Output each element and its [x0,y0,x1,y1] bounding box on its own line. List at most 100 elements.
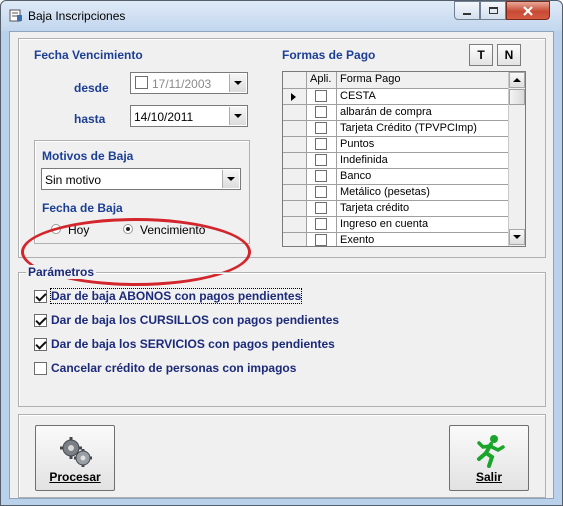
row-selector[interactable] [283,137,307,153]
row-apli-cell [307,217,337,233]
row-forma-pago: Tarjeta Crédito (TPVPCImp) [337,121,509,137]
parametro-label[interactable]: Cancelar crédito de personas con impagos [51,361,296,375]
chevron-down-icon [227,177,235,181]
hasta-date-field[interactable]: 14/10/2011 [130,105,248,127]
grid-corner [283,72,307,89]
window-title: Baja Inscripciones [28,9,126,23]
chevron-down-icon [234,114,242,118]
desde-enable-checkbox[interactable] [135,76,148,89]
scroll-up-button[interactable] [509,72,525,88]
row-forma-pago: Indefinida [337,153,509,169]
desde-dropdown-button[interactable] [229,74,246,92]
column-header-apli[interactable]: Apli. [307,72,337,89]
procesar-button[interactable]: Procesar [35,425,115,491]
select-none-button[interactable]: N [497,44,521,66]
table-row[interactable]: Tarjeta crédito [283,201,509,217]
chevron-down-icon [234,81,242,85]
select-all-button[interactable]: T [469,44,493,66]
column-header-forma-pago[interactable]: Forma Pago [337,72,509,89]
salir-label: Salir [475,470,502,484]
row-selector[interactable] [283,169,307,185]
motivos-select[interactable]: Sin motivo [41,168,241,190]
table-row[interactable]: Puntos [283,137,509,153]
dialog-window: Baja Inscripciones Fecha Vencimiento des… [0,0,563,506]
chevron-down-icon [513,235,521,239]
close-button[interactable] [506,1,550,20]
row-apli-checkbox[interactable] [315,186,327,198]
row-apli-cell [307,121,337,137]
close-icon [523,5,533,16]
table-row[interactable]: Exento [283,233,509,246]
row-apli-cell [307,137,337,153]
grid-scrollbar[interactable] [508,72,525,246]
parametro-label[interactable]: Dar de baja los CURSILLOS con pagos pend… [51,313,339,327]
current-row-icon [291,93,296,101]
row-selector[interactable] [283,121,307,137]
row-apli-checkbox[interactable] [315,106,327,118]
parametro-label[interactable]: Dar de baja ABONOS con pagos pendientes [49,288,303,304]
row-selector[interactable] [283,201,307,217]
salir-button[interactable]: Salir [449,425,529,491]
row-selector[interactable] [283,89,307,105]
table-row[interactable]: Tarjeta Crédito (TPVPCImp) [283,121,509,137]
hasta-label: hasta [74,112,106,126]
table-row[interactable]: Metálico (pesetas) [283,185,509,201]
minimize-button[interactable] [454,1,480,20]
parametro-label[interactable]: Dar de baja los SERVICIOS con pagos pend… [51,337,335,351]
formas-pago-grid[interactable]: Apli. Forma Pago CESTA albarán de compra T… [282,71,526,247]
chevron-up-icon [513,78,521,82]
row-forma-pago: Ingreso en cuenta [337,217,509,233]
running-man-icon [477,435,505,468]
fecha-baja-heading: Fecha de Baja [42,201,123,215]
motivos-dropdown-button[interactable] [222,170,239,188]
grid-header: Apli. Forma Pago [283,72,509,89]
maximize-icon [488,7,498,14]
row-forma-pago: Exento [337,233,509,246]
table-row[interactable]: Indefinida [283,153,509,169]
row-forma-pago: Metálico (pesetas) [337,185,509,201]
row-forma-pago: CESTA [337,89,509,105]
row-apli-checkbox[interactable] [315,154,327,166]
desde-date-value: 17/11/2003 [152,77,212,91]
row-apli-cell [307,233,337,246]
parametro-checkbox[interactable] [34,338,47,351]
row-apli-checkbox[interactable] [315,138,327,150]
table-row[interactable]: Banco [283,169,509,185]
desde-label: desde [74,81,109,95]
row-apli-checkbox[interactable] [315,122,327,134]
row-apli-cell [307,105,337,121]
table-row[interactable]: Ingreso en cuenta [283,217,509,233]
row-apli-checkbox[interactable] [315,218,327,230]
row-apli-cell [307,201,337,217]
parametros-heading: Parámetros [26,265,97,279]
hasta-date-value: 14/10/2011 [134,110,194,124]
row-selector[interactable] [283,153,307,169]
table-row[interactable]: CESTA [283,89,509,105]
scroll-down-button[interactable] [509,229,525,245]
table-row[interactable]: albarán de compra [283,105,509,121]
row-selector[interactable] [283,233,307,246]
client-area: Fecha Vencimiento desde 17/11/2003 hasta… [9,31,554,499]
row-apli-cell [307,185,337,201]
row-selector[interactable] [283,217,307,233]
row-apli-checkbox[interactable] [315,234,327,246]
row-apli-cell [307,169,337,185]
procesar-label: Procesar [49,470,101,484]
row-apli-cell [307,89,337,105]
gears-icon [60,437,92,467]
row-apli-checkbox[interactable] [315,170,327,182]
title-bar[interactable]: Baja Inscripciones [1,1,562,31]
row-selector[interactable] [283,105,307,121]
desde-date-field[interactable]: 17/11/2003 [130,72,248,94]
row-forma-pago: Puntos [337,137,509,153]
row-apli-checkbox[interactable] [315,90,327,102]
parametro-checkbox[interactable] [34,290,47,303]
hasta-dropdown-button[interactable] [229,107,246,125]
parametro-checkbox[interactable] [34,314,47,327]
fecha-vencimiento-heading: Fecha Vencimiento [34,48,143,62]
row-selector[interactable] [283,185,307,201]
row-apli-checkbox[interactable] [315,202,327,214]
maximize-button[interactable] [480,1,506,20]
scroll-thumb[interactable] [509,89,525,105]
parametro-checkbox[interactable] [34,362,47,375]
